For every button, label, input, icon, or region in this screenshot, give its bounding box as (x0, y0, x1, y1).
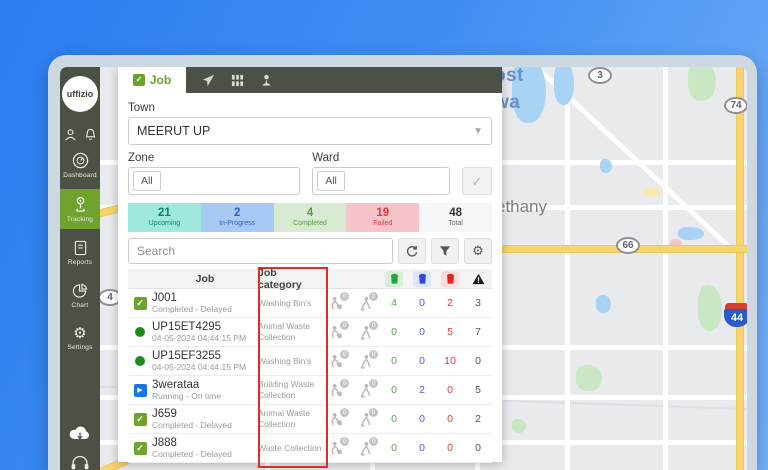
sidebar: uffizio Dashboard Tracking (60, 67, 100, 470)
town-label: Town (128, 102, 492, 114)
map-water (596, 295, 611, 313)
filter-button[interactable] (431, 238, 459, 264)
worker-cart-icon: 0 (329, 441, 344, 456)
gear-icon: ⚙ (73, 326, 86, 341)
col-header-job-category[interactable]: Job category (258, 267, 322, 291)
worker-sweep-icon: 0 (358, 325, 373, 340)
job-panel: ✓ Job Town MEERU (118, 67, 502, 462)
status-dot-icon (135, 327, 145, 337)
zone-label: Zone (128, 152, 300, 164)
tab-job[interactable]: ✓ Job (118, 67, 186, 93)
map-park (698, 285, 722, 331)
status-summary-bar: 21 Upcoming 2 In-Progress 4 Completed 19… (128, 203, 492, 232)
table-header-row: Job Job category (128, 269, 492, 289)
chevron-down-icon: ▼ (473, 126, 483, 137)
apply-filter-button[interactable]: ✓ (462, 167, 492, 195)
route-badge-3: 3 (588, 67, 612, 84)
worker-sweep-icon: 0 (358, 383, 373, 398)
map-road (565, 67, 570, 470)
worker-cart-icon: 0 (329, 412, 344, 427)
map-park (576, 365, 602, 391)
route-badge-74: 74 (724, 97, 747, 114)
worker-cart-icon: 0 (329, 383, 344, 398)
sidebar-item-dashboard[interactable]: Dashboard (60, 145, 100, 185)
search-input[interactable] (128, 238, 393, 264)
sidebar-item-settings[interactable]: ⚙ Settings (60, 319, 100, 357)
map-water (678, 227, 704, 240)
column-settings-button[interactable]: ⚙ (464, 238, 492, 264)
town-select[interactable]: MEERUT UP ▼ (128, 117, 492, 145)
jobs-table: Job Job category ✓ J001Completed - Delay… (128, 269, 492, 463)
sidebar-item-reports[interactable]: Reports (60, 233, 100, 272)
tracking-pin-icon (73, 196, 88, 213)
stat-total[interactable]: 48 Total (419, 203, 492, 232)
panel-tabbar: ✓ Job (118, 67, 502, 93)
report-document-icon (73, 240, 88, 256)
tab-navigation-icon[interactable] (202, 74, 215, 87)
warning-icon (464, 273, 492, 285)
table-row[interactable]: UP15ET429504-05-2024 04:44:15 PM Animal … (128, 318, 492, 347)
status-dot-icon (135, 356, 145, 366)
job-check-icon: ✓ (133, 74, 145, 86)
status-completed-icon: ✓ (134, 413, 147, 426)
red-bin-icon (441, 271, 459, 287)
status-running-icon: ▶ (134, 384, 147, 397)
stat-in-progress[interactable]: 2 In-Progress (201, 203, 274, 232)
support-headset-icon[interactable] (70, 456, 90, 470)
zone-select[interactable]: All (128, 167, 300, 195)
map-highway-vertical (736, 67, 744, 470)
map-canvas[interactable]: ost wa ethany 3 74 66 4 44 uffizio (60, 67, 747, 470)
stat-completed[interactable]: 4 Completed (274, 203, 347, 232)
worker-sweep-icon: 0 (358, 354, 373, 369)
app-window: ost wa ethany 3 74 66 4 44 uffizio (48, 55, 757, 470)
ward-label: Ward (312, 152, 450, 164)
bell-icon[interactable] (84, 128, 97, 141)
worker-cart-icon: 0 (329, 354, 344, 369)
worker-sweep-icon: 0 (358, 296, 373, 311)
worker-sweep-icon: 0 (358, 412, 373, 427)
table-row[interactable]: UP15EF325504-05-2024 04:44:15 PM Washing… (128, 347, 492, 376)
map-town-label: ethany (496, 197, 547, 217)
table-row[interactable]: ✓ J659Completed - Delayed Animal Waste C… (128, 405, 492, 434)
map-park (688, 67, 716, 101)
interstate-44-shield: 44 (724, 303, 747, 327)
pie-chart-icon (72, 283, 88, 299)
map-water (600, 159, 612, 173)
user-icon[interactable] (64, 128, 77, 141)
sidebar-item-chart[interactable]: Chart (60, 276, 100, 315)
map-road (663, 67, 668, 470)
worker-cart-icon: 0 (329, 296, 344, 311)
cloud-download-icon[interactable] (68, 424, 92, 442)
map-poi-area (644, 187, 660, 197)
uffizio-logo: uffizio (62, 76, 98, 112)
worker-sweep-icon: 0 (358, 441, 373, 456)
map-park (512, 419, 526, 433)
ward-chip[interactable]: All (317, 171, 345, 191)
stat-upcoming[interactable]: 21 Upcoming (128, 203, 201, 232)
route-badge-66: 66 (616, 237, 640, 254)
refresh-button[interactable] (398, 238, 426, 264)
table-row[interactable]: ✓ J888Completed - Delayed Waste Collecti… (128, 434, 492, 463)
status-completed-icon: ✓ (134, 297, 147, 310)
col-header-job[interactable]: Job (152, 273, 258, 285)
green-bin-icon (385, 271, 403, 287)
map-water (554, 67, 574, 105)
table-row[interactable]: ✓ J001Completed - Delayed Washing Bin's … (128, 289, 492, 318)
dashboard-icon (72, 152, 89, 169)
tab-grid-icon[interactable] (231, 74, 244, 87)
tab-person-pin-icon[interactable] (260, 74, 273, 87)
table-row[interactable]: ▶ 3werataaRunning - On time Building Was… (128, 376, 492, 405)
blue-bin-icon (413, 271, 431, 287)
status-completed-icon: ✓ (134, 442, 147, 455)
zone-chip[interactable]: All (133, 171, 161, 191)
worker-cart-icon: 0 (329, 325, 344, 340)
ward-select[interactable]: All (312, 167, 450, 195)
sidebar-item-tracking[interactable]: Tracking (60, 189, 100, 229)
stat-failed[interactable]: 19 Failed (346, 203, 419, 232)
